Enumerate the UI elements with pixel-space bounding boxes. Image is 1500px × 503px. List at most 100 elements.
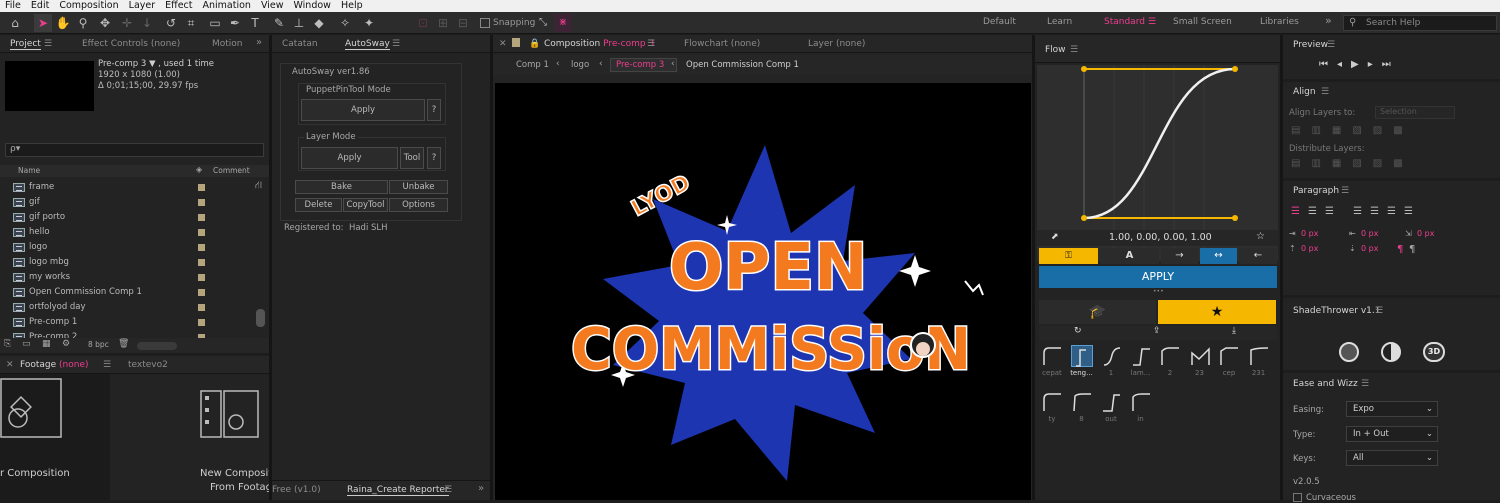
flowchart-icon[interactable]: ⛙ xyxy=(255,180,262,193)
flow-keyframe-button[interactable]: ⚿ xyxy=(1039,248,1098,264)
copytool-button[interactable]: CopyTool xyxy=(343,198,388,212)
tab-textevo2[interactable]: textevo2 xyxy=(128,360,168,370)
bake-button[interactable]: Bake xyxy=(295,180,388,194)
pen-tool-icon[interactable]: ✒ xyxy=(226,14,244,32)
flow-preset-curve[interactable] xyxy=(1189,345,1211,367)
justify-left-icon[interactable]: ☰ xyxy=(1353,206,1370,217)
new-comp-from-footage-tile[interactable]: New Composit From Footag xyxy=(110,374,272,500)
rectangle-tool-icon[interactable]: ▭ xyxy=(206,14,224,32)
menu-composition[interactable]: Composition xyxy=(54,0,123,12)
shade-3d-button[interactable]: 3D xyxy=(1423,342,1445,362)
play-icon[interactable]: ▶ xyxy=(1351,59,1368,70)
panel-divider[interactable] xyxy=(269,35,272,500)
footage-menu-icon[interactable]: ☰ xyxy=(103,360,111,370)
layer-help-button[interactable]: ? xyxy=(427,147,441,169)
project-item-row[interactable]: Pre-comp 1 xyxy=(0,315,268,330)
menu-layer[interactable]: Layer xyxy=(124,0,161,12)
local-axis-icon[interactable]: ⊡ xyxy=(414,14,432,32)
project-scrollbar[interactable] xyxy=(256,309,265,327)
favorite-star-icon[interactable]: ☆ xyxy=(1256,231,1265,242)
project-item-row[interactable]: my works xyxy=(0,270,268,285)
workspace-libraries[interactable]: Libraries xyxy=(1260,17,1299,27)
search-help-box[interactable]: ⚲ Search Help xyxy=(1343,15,1497,31)
indent-left-value[interactable]: 0 px xyxy=(1301,229,1318,238)
flow-divider-dots[interactable]: ••• xyxy=(1153,288,1164,295)
flow-menu-icon[interactable]: ☰ xyxy=(1070,45,1078,55)
flow-preset-curve[interactable] xyxy=(1071,391,1093,413)
menu-animation[interactable]: Animation xyxy=(198,0,256,12)
snap-icon[interactable]: ⤡ xyxy=(534,14,552,32)
flow-preset-curve[interactable] xyxy=(1041,391,1063,413)
keys-select[interactable]: All ⌄ xyxy=(1346,450,1438,466)
justify-all-icon[interactable]: ☰ xyxy=(1404,206,1421,217)
justify-center-icon[interactable]: ☰ xyxy=(1370,206,1387,217)
align-right-icon[interactable]: ☰ xyxy=(1325,206,1342,217)
label-color-swatch[interactable] xyxy=(198,289,205,296)
workspace-standard[interactable]: Standard xyxy=(1104,17,1145,27)
new-composition-tile[interactable]: r Composition xyxy=(0,374,110,500)
tab-composition[interactable]: Composition Pre-comp 3 xyxy=(544,39,654,49)
project-item-row[interactable]: ortfolyod day xyxy=(0,300,268,315)
more-bottom-tabs-icon[interactable]: » xyxy=(478,483,484,494)
snapping-checkbox[interactable] xyxy=(480,18,490,28)
align-menu-icon[interactable]: ☰ xyxy=(1321,87,1329,97)
flow-preset-curve[interactable] xyxy=(1041,345,1063,367)
flow-ease-out-button[interactable]: → xyxy=(1161,248,1198,264)
puppet-apply-button[interactable]: Apply xyxy=(301,99,425,121)
project-item-row[interactable]: logo mbg xyxy=(0,255,268,270)
flow-preset-curve[interactable] xyxy=(1100,391,1122,413)
download-icon[interactable]: ⤓ xyxy=(1232,326,1236,336)
tab-autosway[interactable]: AutoSway xyxy=(345,39,390,50)
project-menu-icon[interactable]: ☰ xyxy=(44,39,52,49)
curvaceous-checkbox[interactable] xyxy=(1293,493,1302,502)
workspace-default[interactable]: Default xyxy=(983,17,1016,27)
flow-export-icon[interactable]: ⬈ xyxy=(1051,232,1059,242)
puppet-pin-icon[interactable]: ✦ xyxy=(360,14,378,32)
full-shade-icon[interactable] xyxy=(1339,342,1359,362)
new-folder-icon[interactable]: ▭ xyxy=(22,339,31,349)
composition-menu-icon[interactable]: ☰ xyxy=(647,39,655,49)
col-comment[interactable]: Comment xyxy=(213,166,250,175)
crumb-comp1[interactable]: Comp 1 xyxy=(516,60,549,70)
space-before-value[interactable]: 0 px xyxy=(1301,244,1318,253)
panel-divider[interactable] xyxy=(1032,35,1035,500)
crumb-logo[interactable]: logo xyxy=(571,60,589,70)
preview-menu-icon[interactable]: ☰ xyxy=(1327,40,1335,50)
space-after-value[interactable]: 0 px xyxy=(1361,244,1378,253)
world-axis-icon[interactable]: ⊞ xyxy=(434,14,452,32)
flow-preset-curve[interactable] xyxy=(1159,345,1181,367)
label-color-swatch[interactable] xyxy=(198,229,205,236)
clone-stamp-icon[interactable]: ⊥ xyxy=(290,14,308,32)
delete-icon[interactable]: 🗑 xyxy=(118,339,129,349)
label-color-swatch[interactable] xyxy=(198,244,205,251)
label-color-swatch[interactable] xyxy=(198,214,205,221)
menu-view[interactable]: View xyxy=(256,0,289,12)
new-comp-icon[interactable]: ▦ xyxy=(42,339,51,349)
flow-text-button[interactable]: A xyxy=(1100,248,1159,264)
tab-flowchart[interactable]: Flowchart (none) xyxy=(684,39,760,49)
refresh-icon[interactable]: ↻ xyxy=(1074,326,1082,336)
flow-presets-tab[interactable]: 🎓 xyxy=(1039,300,1156,324)
layer-apply-button[interactable]: Apply xyxy=(301,147,398,169)
prev-frame-icon[interactable]: ◂ xyxy=(1337,59,1351,70)
close-footage-icon[interactable]: ✕ xyxy=(6,360,14,370)
comp-viewer[interactable]: LYOD OPEN COMMiSSioN xyxy=(495,83,1031,500)
indent-first-value[interactable]: 0 px xyxy=(1417,229,1434,238)
indent-right-value[interactable]: 0 px xyxy=(1361,229,1378,238)
ease-menu-icon[interactable]: ☰ xyxy=(1361,379,1369,389)
shadethrower-menu-icon[interactable]: ☰ xyxy=(1375,306,1383,316)
flow-ease-in-button[interactable]: ← xyxy=(1239,248,1277,264)
roto-brush-icon[interactable]: ✧ xyxy=(336,14,354,32)
close-comp-icon[interactable]: ✕ xyxy=(499,39,507,49)
workspace-menu-icon[interactable]: ☰ xyxy=(1148,17,1156,27)
project-item-row[interactable]: frame xyxy=(0,180,268,195)
tab-flow[interactable]: Flow xyxy=(1045,45,1066,55)
workspace-small-screen[interactable]: Small Screen xyxy=(1173,17,1232,27)
interpret-footage-icon[interactable]: ⎘ xyxy=(4,339,11,349)
workspace-learn[interactable]: Learn xyxy=(1047,17,1072,27)
flow-values[interactable]: 1.00, 0.00, 0.00, 1.00 xyxy=(1109,232,1212,243)
flow-preset-curve[interactable] xyxy=(1130,345,1152,367)
upload-icon[interactable]: ⇪ xyxy=(1153,326,1161,336)
label-color-swatch[interactable] xyxy=(198,199,205,206)
delete-button[interactable]: Delete xyxy=(295,198,342,212)
